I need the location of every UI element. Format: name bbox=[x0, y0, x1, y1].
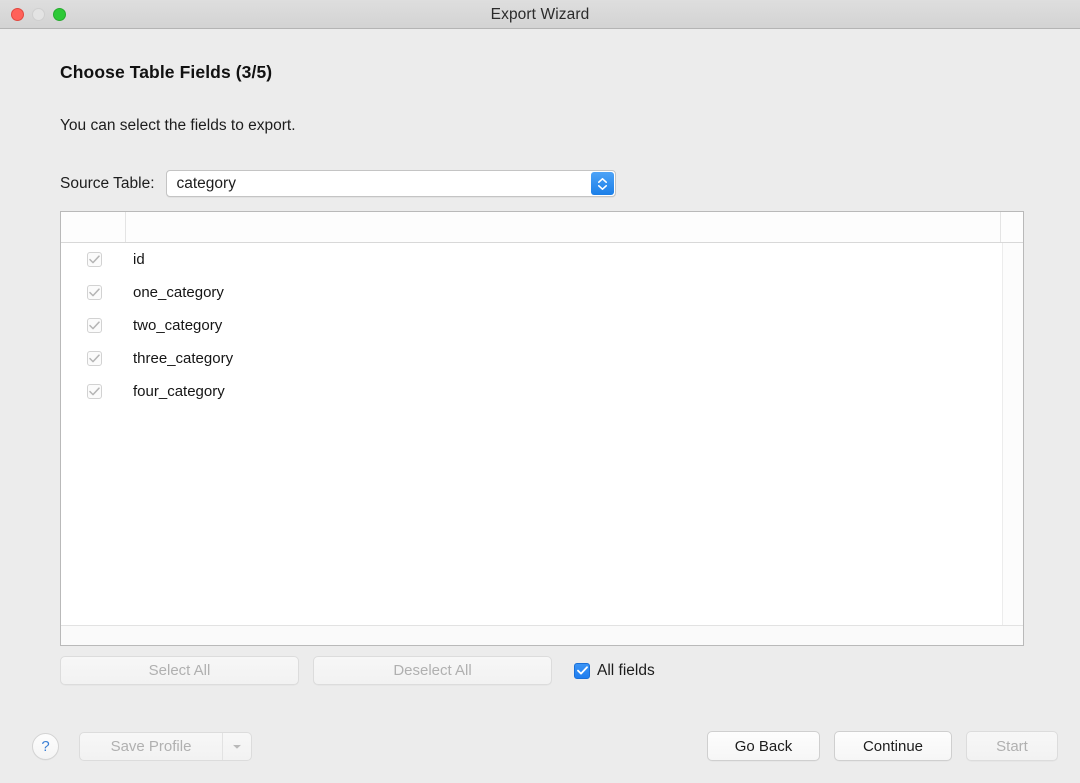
column-header-spacer bbox=[1001, 212, 1023, 242]
all-fields-checkbox-group[interactable]: All fields bbox=[574, 662, 655, 680]
table-row[interactable]: three_category bbox=[61, 342, 1023, 375]
check-icon bbox=[87, 252, 102, 267]
vertical-scrollbar[interactable] bbox=[1002, 243, 1023, 625]
chevron-down-icon bbox=[233, 744, 241, 749]
selection-controls: Select All Deselect All All fields bbox=[60, 656, 655, 685]
table-row[interactable]: id bbox=[61, 243, 1023, 276]
continue-button[interactable]: Continue bbox=[834, 731, 952, 761]
fields-table-header bbox=[61, 212, 1023, 243]
chevron-down-icon bbox=[598, 185, 607, 190]
check-icon bbox=[87, 318, 102, 333]
table-row[interactable]: one_category bbox=[61, 276, 1023, 309]
source-table-label: Source Table: bbox=[60, 175, 155, 193]
field-checkbox-cell[interactable] bbox=[61, 318, 126, 333]
check-icon bbox=[87, 384, 102, 399]
field-name: one_category bbox=[126, 284, 224, 301]
check-icon bbox=[87, 351, 102, 366]
column-header-field-name[interactable] bbox=[126, 212, 1001, 242]
start-button[interactable]: Start bbox=[966, 731, 1058, 761]
page-title: Choose Table Fields (3/5) bbox=[60, 62, 272, 83]
field-name: four_category bbox=[126, 383, 225, 400]
save-profile-menu-button[interactable] bbox=[223, 733, 251, 760]
help-button[interactable]: ? bbox=[32, 733, 59, 760]
select-all-button[interactable]: Select All bbox=[60, 656, 299, 685]
field-checkbox-cell[interactable] bbox=[61, 351, 126, 366]
all-fields-label: All fields bbox=[597, 662, 655, 680]
source-table-row: Source Table: category bbox=[60, 170, 616, 197]
fields-table: id one_category two_category bbox=[60, 211, 1024, 646]
column-header-checkbox[interactable] bbox=[61, 212, 126, 242]
save-profile-group[interactable]: Save Profile bbox=[79, 732, 252, 761]
field-checkbox-cell[interactable] bbox=[61, 384, 126, 399]
field-checkbox-cell[interactable] bbox=[61, 252, 126, 267]
source-table-stepper[interactable] bbox=[591, 172, 614, 195]
page-subtitle: You can select the fields to export. bbox=[60, 117, 296, 135]
go-back-button[interactable]: Go Back bbox=[707, 731, 820, 761]
all-fields-checkbox[interactable] bbox=[574, 663, 590, 679]
chevron-up-icon bbox=[598, 178, 607, 183]
source-table-value: category bbox=[167, 175, 615, 193]
window-titlebar: Export Wizard bbox=[0, 0, 1080, 29]
source-table-select[interactable]: category bbox=[166, 170, 616, 197]
fields-table-body: id one_category two_category bbox=[61, 243, 1023, 625]
wizard-navigation: Go Back Continue Start bbox=[707, 731, 1058, 761]
table-row[interactable]: four_category bbox=[61, 375, 1023, 408]
window-title: Export Wizard bbox=[0, 0, 1080, 29]
field-name: three_category bbox=[126, 350, 233, 367]
table-row[interactable]: two_category bbox=[61, 309, 1023, 342]
deselect-all-button[interactable]: Deselect All bbox=[313, 656, 552, 685]
horizontal-scrollbar[interactable] bbox=[61, 625, 1024, 645]
field-name: two_category bbox=[126, 317, 222, 334]
save-profile-button[interactable]: Save Profile bbox=[80, 733, 223, 760]
check-icon bbox=[87, 285, 102, 300]
field-name: id bbox=[126, 251, 145, 268]
field-checkbox-cell[interactable] bbox=[61, 285, 126, 300]
